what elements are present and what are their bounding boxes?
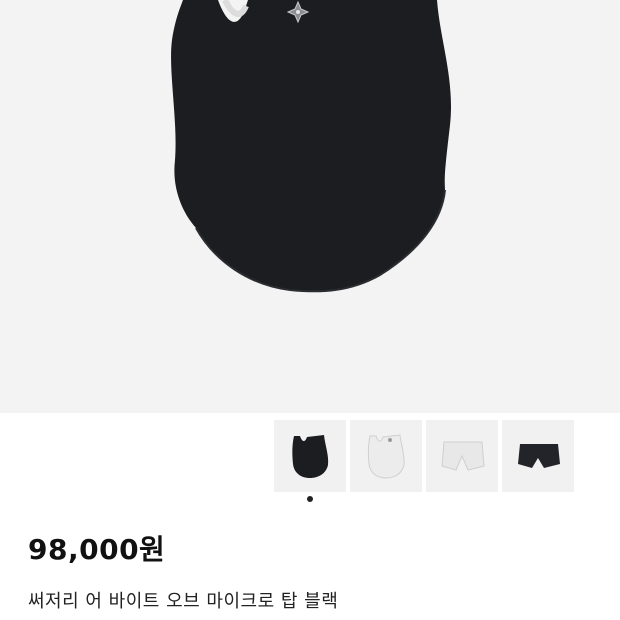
carousel-indicator [307,496,313,502]
thumbnail-white-top[interactable] [350,420,422,492]
carousel-dot-active[interactable] [307,496,313,502]
product-title: 써저리 어 바이트 오브 마이크로 탑 블랙 [28,591,339,612]
thumbnail-strip [274,420,574,492]
product-price: 98,000원 [28,533,166,566]
thumbnail-black-top[interactable] [274,420,346,492]
thumbnail-black-shorts[interactable] [502,420,574,492]
black-crop-top-image [171,0,452,293]
thumbnail-white-shorts[interactable] [426,420,498,492]
product-hero-image[interactable] [0,0,620,413]
